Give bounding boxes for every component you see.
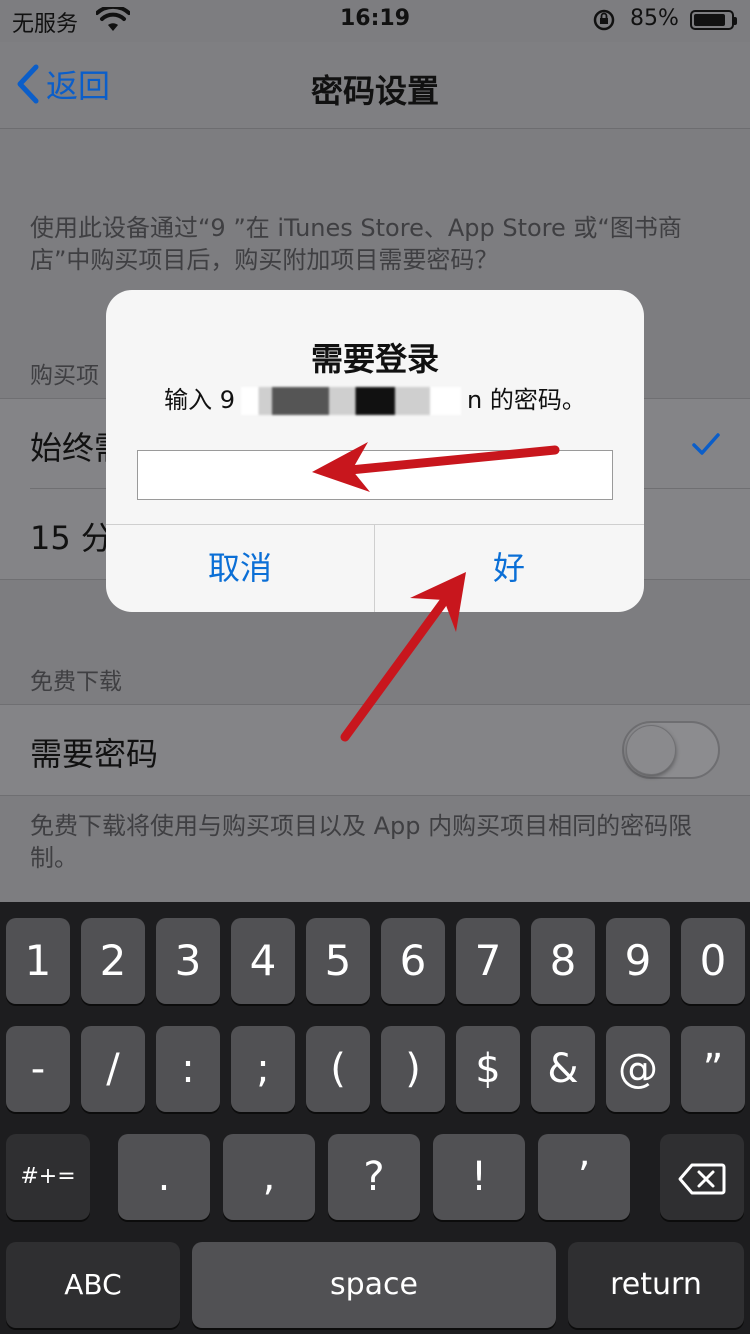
space-key[interactable]: space xyxy=(192,1242,556,1328)
checkmark-icon xyxy=(692,433,720,459)
key-symbol-4-label: ( xyxy=(330,1046,346,1092)
key-2[interactable]: 2 xyxy=(81,918,145,1004)
key-5[interactable]: 5 xyxy=(306,918,370,1004)
key-symbol-1-label: / xyxy=(106,1046,120,1092)
key-4-label: 4 xyxy=(249,936,277,985)
key-6-label: 6 xyxy=(399,936,427,985)
key-3-label: 3 xyxy=(174,936,202,985)
key-8-label: 8 xyxy=(549,936,577,985)
key-punct-4-label: ’ xyxy=(577,1154,591,1200)
purchases-section-label: 购买项 xyxy=(30,363,99,389)
description-text: 使用此设备通过“9 ”在 iTunes Store、App Store 或“图书… xyxy=(30,214,682,274)
key-symbol-9[interactable]: ” xyxy=(681,1026,745,1112)
key-1[interactable]: 1 xyxy=(6,918,70,1004)
free-downloads-footnote: 免费下载将使用与购买项目以及 App 内购买项目相同的密码限制。 xyxy=(30,812,693,872)
key-symbol-3[interactable]: ; xyxy=(231,1026,295,1112)
battery-icon xyxy=(690,10,737,30)
key-5-label: 5 xyxy=(324,936,352,985)
option-15-min-label: 15 分 xyxy=(30,519,113,557)
battery-percent: 85% xyxy=(630,6,679,31)
key-3[interactable]: 3 xyxy=(156,918,220,1004)
key-7-label: 7 xyxy=(474,936,502,985)
alert-message-suffix: n 的密码。 xyxy=(467,386,586,414)
cancel-button[interactable]: 取消 xyxy=(106,524,374,612)
key-symbol-6[interactable]: $ xyxy=(456,1026,520,1112)
symbols-toggle-key-label: #+= xyxy=(20,1164,76,1189)
alert-message: 输入 9 n 的密码。 xyxy=(106,380,644,415)
key-punct-3[interactable]: ! xyxy=(433,1134,525,1220)
key-9-label: 9 xyxy=(624,936,652,985)
key-punct-2-label: ? xyxy=(363,1154,385,1200)
key-symbol-0[interactable]: - xyxy=(6,1026,70,1112)
key-symbol-5-label: ) xyxy=(405,1046,421,1092)
key-9[interactable]: 9 xyxy=(606,918,670,1004)
abc-key[interactable]: ABC xyxy=(6,1242,180,1328)
free-downloads-group: 需要密码 xyxy=(0,704,750,796)
key-symbol-1[interactable]: / xyxy=(81,1026,145,1112)
key-symbol-8-label: @ xyxy=(618,1046,658,1092)
require-password-label: 需要密码 xyxy=(30,735,159,773)
key-punct-3-label: ! xyxy=(470,1154,488,1200)
key-6[interactable]: 6 xyxy=(381,918,445,1004)
key-punct-1-label: , xyxy=(262,1154,276,1200)
page-title: 密码设置 xyxy=(310,72,439,110)
symbols-toggle-key[interactable]: #+= xyxy=(6,1134,90,1220)
require-password-row: 需要密码 xyxy=(30,705,750,795)
delete-icon xyxy=(678,1154,726,1200)
numeric-keyboard: 1 2 3 4 5 6 7 8 9 0 - /:; () $ & @ ” #+=.,?! ’ ABC space retu… xyxy=(0,902,750,1334)
key-symbol-5[interactable]: ) xyxy=(381,1026,445,1112)
return-key[interactable]: return xyxy=(568,1242,744,1328)
key-0-label: 0 xyxy=(699,936,727,985)
key-punct-0[interactable]: . xyxy=(118,1134,210,1220)
key-symbol-0-label: - xyxy=(30,1046,46,1092)
require-password-toggle[interactable] xyxy=(622,721,720,779)
key-8[interactable]: 8 xyxy=(531,918,595,1004)
navigation-bar: 返回 密码设置 xyxy=(0,42,750,129)
key-symbol-3-label: ; xyxy=(256,1046,270,1092)
free-downloads-section-label: 免费下载 xyxy=(30,669,122,695)
key-symbol-9-label: ” xyxy=(702,1046,724,1092)
space-key-label: space xyxy=(329,1267,418,1302)
toggle-knob xyxy=(626,725,676,775)
key-symbol-7[interactable]: & xyxy=(531,1026,595,1112)
key-symbol-2[interactable]: : xyxy=(156,1026,220,1112)
key-7[interactable]: 7 xyxy=(456,918,520,1004)
key-punct-4[interactable]: ’ xyxy=(538,1134,630,1220)
redacted-email xyxy=(241,387,462,415)
key-symbol-7-label: & xyxy=(547,1046,579,1092)
key-symbol-6-label: $ xyxy=(475,1046,501,1092)
ok-button[interactable]: 好 xyxy=(375,524,643,612)
rotation-lock-icon xyxy=(592,8,616,36)
alert-title: 需要登录 xyxy=(310,340,439,378)
key-punct-1[interactable]: , xyxy=(223,1134,315,1220)
alert-message-prefix: 输入 9 xyxy=(164,386,236,414)
abc-key-label: ABC xyxy=(64,1268,122,1301)
key-symbol-8[interactable]: @ xyxy=(606,1026,670,1112)
return-key-label: return xyxy=(610,1267,702,1302)
delete-key[interactable] xyxy=(660,1134,744,1220)
key-2-label: 2 xyxy=(99,936,127,985)
key-symbol-4[interactable]: ( xyxy=(306,1026,370,1112)
key-1-label: 1 xyxy=(24,936,52,985)
key-symbol-2-label: : xyxy=(181,1046,195,1092)
password-input[interactable] xyxy=(137,450,613,500)
key-4[interactable]: 4 xyxy=(231,918,295,1004)
login-alert: 需要登录 输入 9 n 的密码。 取消 好 xyxy=(106,290,644,612)
key-punct-2[interactable]: ? xyxy=(328,1134,420,1220)
key-punct-0-label: . xyxy=(157,1154,171,1200)
status-bar: 无服务 16:19 85% xyxy=(0,0,750,42)
key-0[interactable]: 0 xyxy=(681,918,745,1004)
